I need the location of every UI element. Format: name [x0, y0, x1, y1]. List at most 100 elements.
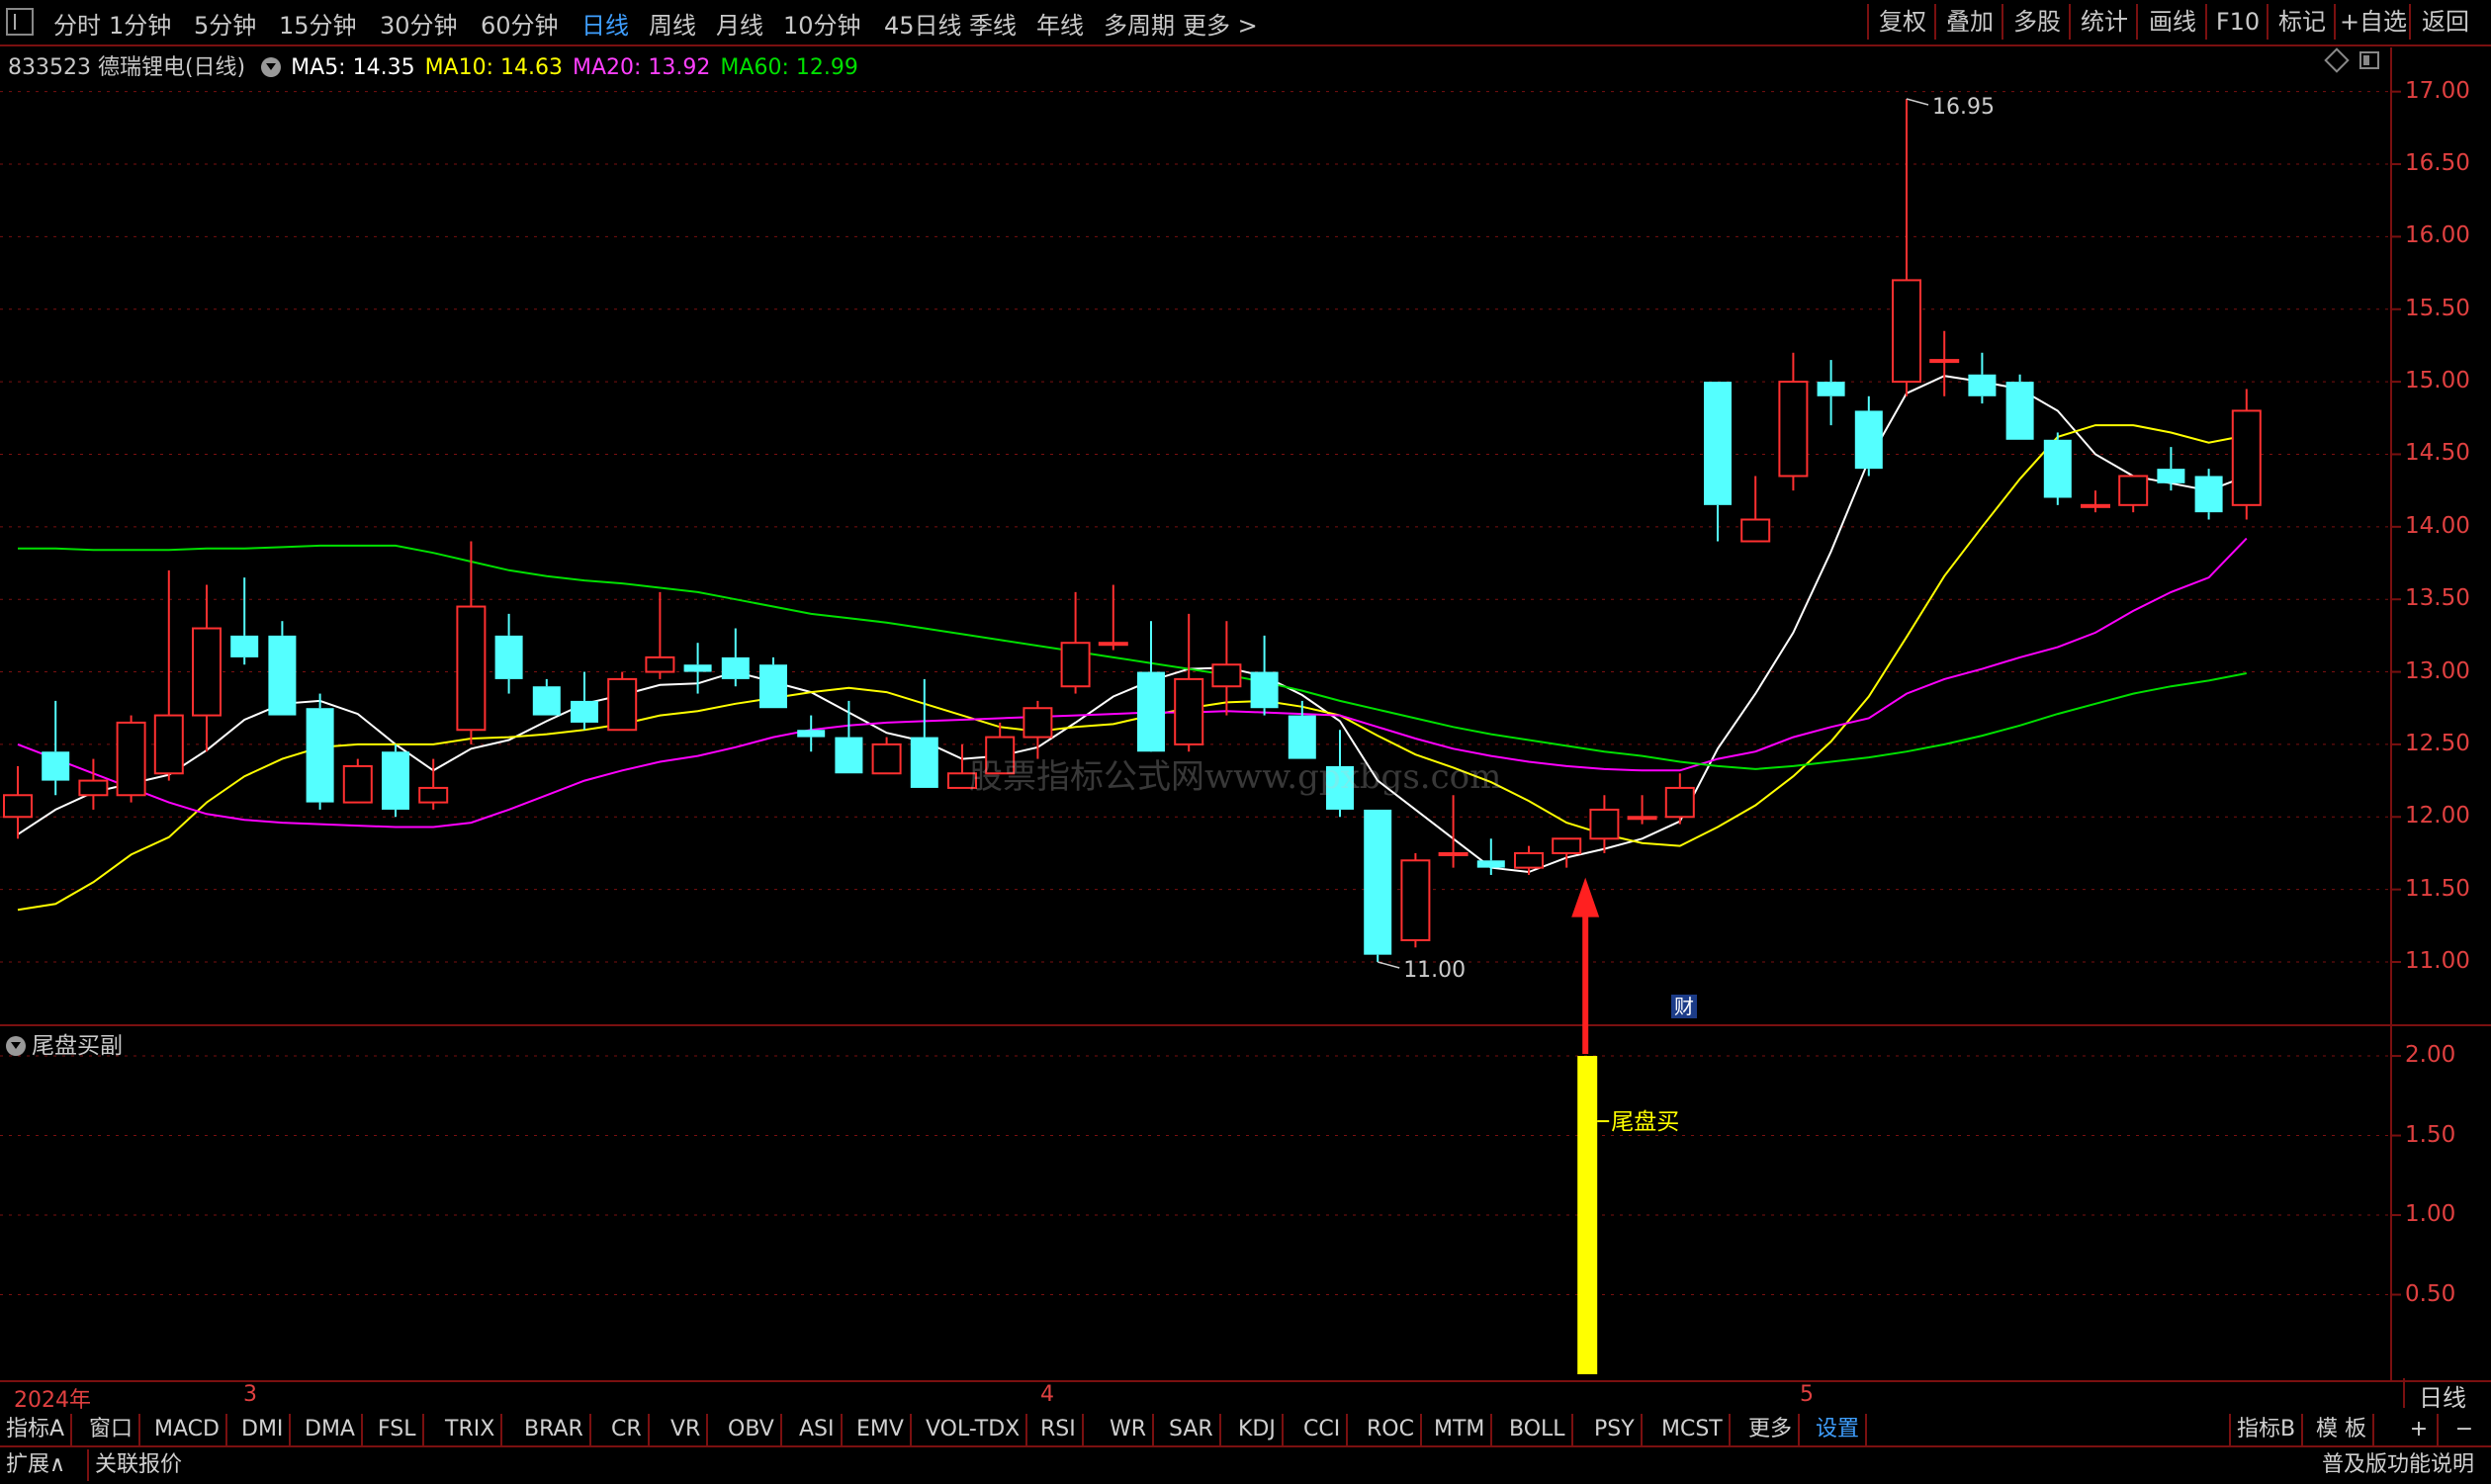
indicator-tab-13[interactable]: VOL-TDX [920, 1414, 1028, 1445]
candle-body-up [1929, 359, 1960, 364]
indicator-tab-21[interactable]: BOLL [1503, 1414, 1573, 1445]
candle [1740, 476, 1771, 543]
candle-body-up [645, 655, 675, 673]
price-gridlines [0, 47, 2491, 1380]
indicator-tab-3[interactable]: DMI [235, 1414, 292, 1445]
zoom-out-button[interactable]: − [2447, 1414, 2482, 1445]
candle-body-up [456, 605, 487, 732]
candle [1664, 773, 1695, 825]
candle-body-down [2194, 476, 2223, 513]
candle-body-up [342, 764, 373, 804]
low-label: 11.00 [1403, 958, 1466, 983]
candle [1174, 613, 1204, 752]
candle [871, 737, 902, 775]
candle [1364, 809, 1392, 962]
indicator-tab-19[interactable]: ROC [1361, 1414, 1422, 1445]
indicator-tab-22[interactable]: PSY [1588, 1414, 1643, 1445]
kline-chart[interactable]: 尾盘买 16.95 11.00 [0, 0, 2491, 1484]
indicator-tab-11[interactable]: ASI [793, 1414, 843, 1445]
candle [78, 758, 109, 810]
indicator-tab-23[interactable]: MCST [1655, 1414, 1731, 1445]
sub-dropdown-icon[interactable] [6, 1036, 26, 1056]
moving-average-lines [17, 375, 2248, 912]
price-tick-11: 11.50 [2405, 875, 2470, 902]
zoom-in-button[interactable]: + [2401, 1414, 2439, 1445]
indicator-tab-1[interactable]: 窗口 [83, 1414, 141, 1445]
indicator-tab-25[interactable]: 设置 [1810, 1414, 1868, 1445]
candle [1627, 795, 1657, 825]
candle-body-down [42, 751, 70, 781]
candle [1892, 99, 1921, 396]
candle [1060, 591, 1091, 694]
candle-body-down [1364, 809, 1392, 955]
indicator-tab-8[interactable]: CR [605, 1414, 650, 1445]
candle [382, 743, 409, 818]
candle-body-up [1098, 642, 1128, 647]
candle [1098, 584, 1128, 651]
date-axis-mode[interactable]: 日线 [2403, 1378, 2466, 1412]
candle [192, 584, 222, 752]
indicator-tab-16[interactable]: SAR [1163, 1414, 1221, 1445]
candle-body-up [871, 742, 902, 775]
indicator-tab-0[interactable]: 指标A [0, 1414, 73, 1445]
version-notice-link[interactable]: 普及版功能说明 [2322, 1449, 2474, 1481]
candle [2231, 389, 2262, 520]
indicator-tab-14[interactable]: RSI [1034, 1414, 1084, 1445]
candle [1929, 330, 1960, 396]
candle-body-down [382, 751, 409, 810]
indicator-tab-15[interactable]: WR [1104, 1414, 1155, 1445]
price-tick-5: 14.50 [2405, 440, 2470, 467]
candle-body-down [2043, 439, 2072, 498]
candle [116, 715, 146, 803]
expand-button[interactable]: 扩展∧ [6, 1449, 65, 1481]
indicator-tab-9[interactable]: VR [665, 1414, 709, 1445]
indicator-tab-5[interactable]: FSL [372, 1414, 424, 1445]
indicator-b-button[interactable]: 指标B [2229, 1414, 2304, 1445]
candle-body-up [153, 714, 184, 775]
sub-tick-2: 1.00 [2405, 1201, 2456, 1228]
candle-body-up [2081, 503, 2110, 508]
high-pointer [1906, 98, 1929, 106]
indicator-tab-24[interactable]: 更多 [1742, 1414, 1801, 1445]
candle [1854, 395, 1883, 477]
template-button[interactable]: 模 板 [2310, 1414, 2374, 1445]
candle-body-up [1514, 851, 1544, 869]
candle-body-up [1060, 642, 1091, 688]
candle [494, 613, 523, 694]
candle-body-up [607, 677, 638, 732]
candle [2157, 447, 2185, 491]
candle-body-down [532, 686, 561, 716]
status-bar [0, 1447, 2491, 1484]
price-tick-4: 15.00 [2405, 368, 2470, 394]
candle [456, 541, 487, 744]
candle-body-up [1023, 707, 1053, 739]
candle [759, 656, 787, 709]
candle-body-down [571, 700, 598, 723]
sub-tick-0: 2.00 [2405, 1042, 2456, 1069]
finance-badge[interactable]: 财 [1671, 995, 1697, 1018]
price-tick-2: 16.00 [2405, 222, 2470, 249]
candle [230, 577, 259, 665]
indicator-tab-2[interactable]: MACD [148, 1414, 227, 1445]
price-tick-0: 17.00 [2405, 77, 2470, 104]
related-quote-button[interactable]: 关联报价 [87, 1449, 182, 1481]
ma-line-ma60 [18, 544, 2247, 770]
indicator-tab-18[interactable]: CCI [1297, 1414, 1349, 1445]
candle-body-up [192, 627, 222, 717]
indicator-tab-17[interactable]: KDJ [1232, 1414, 1284, 1445]
indicator-tab-10[interactable]: OBV [722, 1414, 782, 1445]
indicator-tab-7[interactable]: BRAR [518, 1414, 591, 1445]
indicator-tab-4[interactable]: DMA [299, 1414, 363, 1445]
candle [42, 700, 70, 796]
price-tick-7: 13.50 [2405, 585, 2470, 612]
candle [153, 569, 184, 781]
candle-body-up [1438, 851, 1468, 856]
candle-body-up [1627, 816, 1657, 821]
indicator-tab-12[interactable]: EMV [850, 1414, 912, 1445]
candle-body-up [2231, 409, 2262, 506]
signal-bar [1577, 1056, 1598, 1374]
indicator-tab-6[interactable]: TRIX [439, 1414, 503, 1445]
ma-line-ma10 [17, 424, 2247, 912]
indicator-tab-20[interactable]: MTM [1428, 1414, 1493, 1445]
price-tick-6: 14.00 [2405, 512, 2470, 539]
